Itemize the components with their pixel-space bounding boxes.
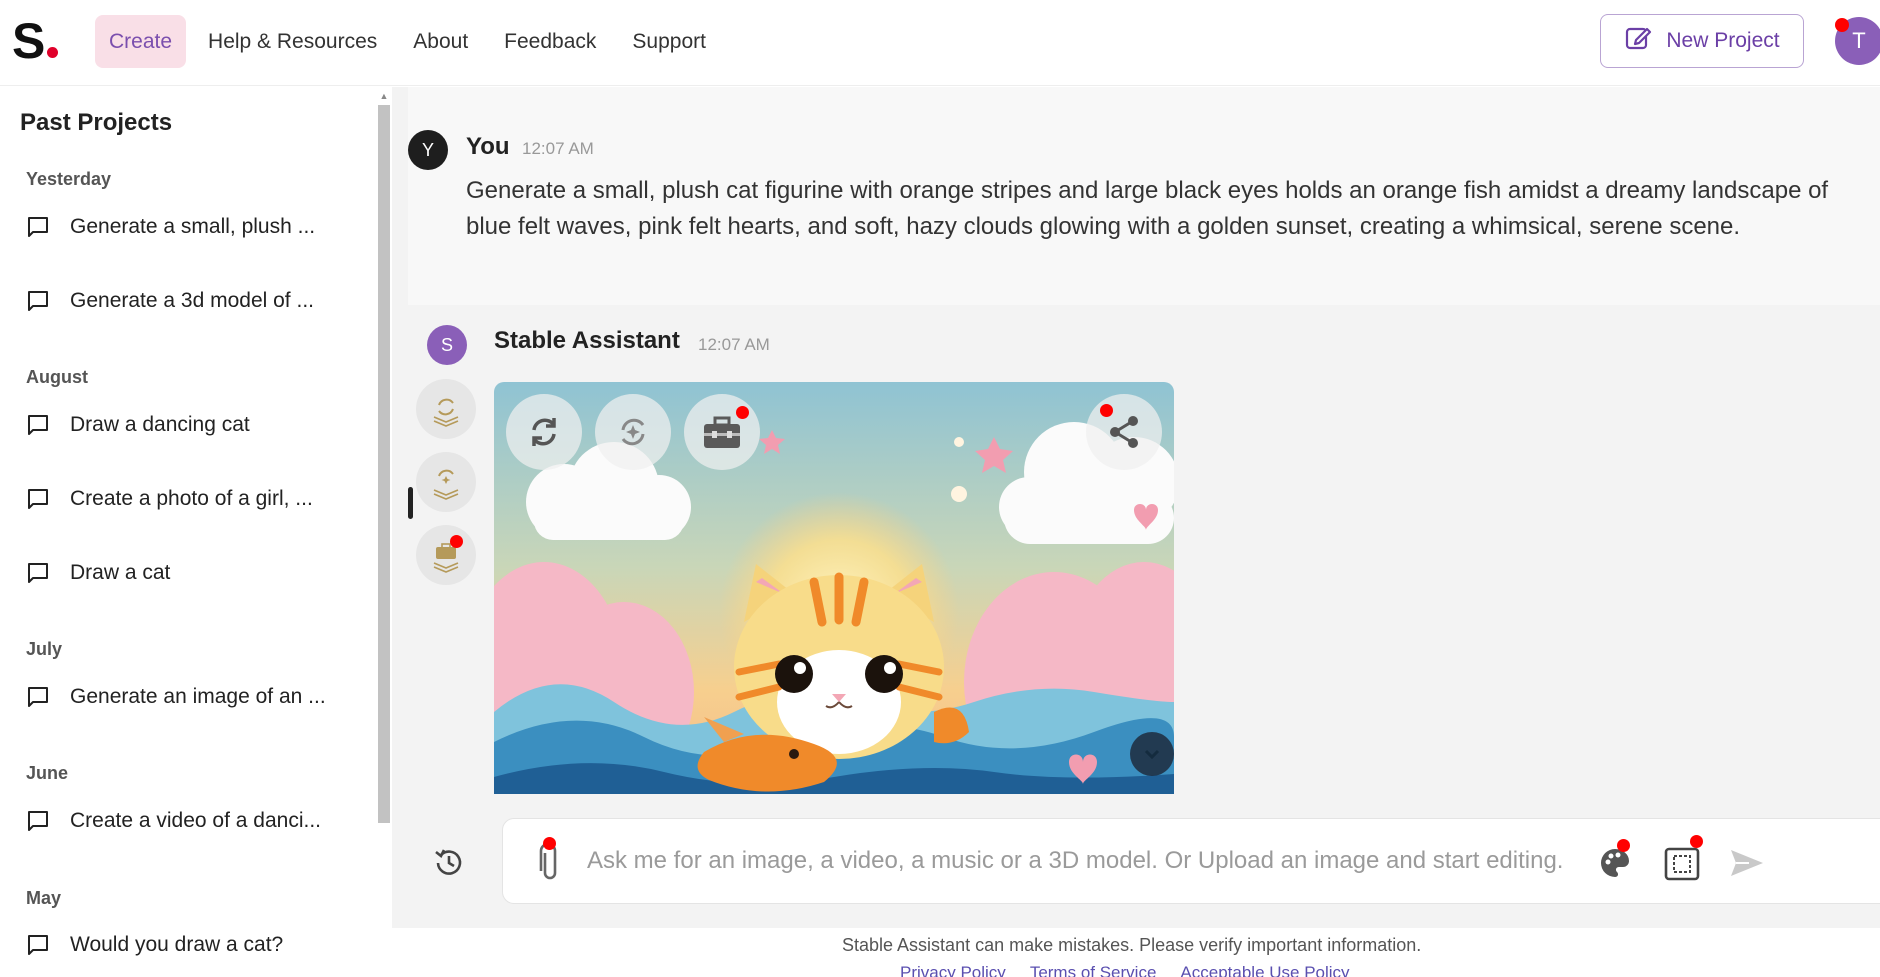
edit-icon bbox=[1624, 24, 1652, 58]
project-item[interactable]: Generate a 3d model of ... bbox=[26, 281, 346, 321]
toolbox-stack-icon[interactable] bbox=[416, 525, 476, 585]
resize-handle[interactable] bbox=[408, 487, 413, 519]
assistant-name: Stable Assistant bbox=[494, 327, 680, 354]
group-label-yesterday: Yesterday bbox=[26, 169, 112, 189]
project-item-label: Draw a dancing cat bbox=[70, 413, 250, 436]
terms-of-service-link[interactable]: Terms of Service bbox=[1030, 963, 1157, 977]
crop-icon[interactable] bbox=[1660, 835, 1704, 885]
project-item-label: Draw a cat bbox=[70, 561, 171, 584]
app-logo[interactable]: S bbox=[12, 16, 59, 66]
logo-dot bbox=[47, 47, 59, 58]
privacy-policy-link[interactable]: Privacy Policy bbox=[900, 963, 1006, 977]
past-projects-sidebar: Past Projects Yesterday Generate a small… bbox=[0, 87, 392, 977]
regenerate-icon[interactable] bbox=[506, 394, 582, 470]
share-icon[interactable] bbox=[1086, 394, 1162, 470]
notification-dot bbox=[1690, 835, 1703, 848]
user-message-name: You bbox=[466, 133, 510, 160]
regenerate-stack-icon[interactable] bbox=[416, 379, 476, 439]
project-item-label: Would you draw a cat? bbox=[70, 933, 284, 956]
chat-bubble-icon bbox=[28, 217, 48, 237]
notification-dot bbox=[1100, 404, 1113, 417]
new-project-label: New Project bbox=[1666, 29, 1780, 52]
footer-links: Privacy Policy Terms of Service Acceptab… bbox=[900, 963, 1350, 977]
scroll-down-icon[interactable] bbox=[1130, 732, 1174, 776]
sidebar-scrollbar-thumb[interactable] bbox=[378, 105, 390, 823]
project-item-label: Generate a small, plush ... bbox=[70, 215, 316, 238]
notification-dot bbox=[450, 535, 463, 548]
group-label-august: August bbox=[26, 367, 88, 387]
acceptable-use-link[interactable]: Acceptable Use Policy bbox=[1180, 963, 1349, 977]
chat-bubble-icon bbox=[28, 415, 48, 435]
paperclip-icon[interactable] bbox=[533, 837, 567, 883]
chat-bubble-icon bbox=[28, 687, 48, 707]
user-message: Y You 12:07 AM Generate a small, plush c… bbox=[408, 87, 1880, 305]
assistant-time: 12:07 AM bbox=[698, 335, 770, 354]
notification-dot bbox=[736, 406, 749, 419]
sidebar-title: Past Projects bbox=[20, 109, 173, 136]
notification-dot bbox=[1835, 18, 1849, 32]
chat-bubble-icon bbox=[28, 489, 48, 509]
variation-icon[interactable] bbox=[595, 394, 671, 470]
nav-about[interactable]: About bbox=[399, 15, 482, 68]
group-label-july: July bbox=[26, 639, 63, 659]
nav-help-resources[interactable]: Help & Resources bbox=[194, 15, 391, 68]
project-item-label: Generate a 3d model of ... bbox=[70, 289, 314, 312]
project-item[interactable]: Draw a dancing cat bbox=[26, 405, 346, 445]
notification-dot bbox=[1617, 839, 1630, 852]
palette-icon[interactable] bbox=[1593, 839, 1637, 885]
nav-create[interactable]: Create bbox=[95, 15, 187, 68]
main-nav: Create Help & Resources About Feedback S… bbox=[95, 15, 720, 68]
project-item[interactable]: Create a photo of a girl, ... bbox=[26, 479, 346, 519]
prompt-input[interactable] bbox=[587, 841, 1587, 881]
history-icon[interactable] bbox=[432, 846, 466, 885]
project-item-label: Create a photo of a girl, ... bbox=[70, 487, 313, 510]
project-item[interactable]: Generate a small, plush ... bbox=[26, 207, 346, 247]
user-message-time: 12:07 AM bbox=[522, 139, 594, 158]
disclaimer-text: Stable Assistant can make mistakes. Plea… bbox=[842, 935, 1422, 955]
assistant-avatar: S bbox=[427, 325, 467, 365]
chat-panel: Y You 12:07 AM Generate a small, plush c… bbox=[392, 87, 1880, 794]
user-message-text: Generate a small, plush cat figurine wit… bbox=[466, 177, 1829, 240]
top-navbar: S Create Help & Resources About Feedback… bbox=[0, 0, 1880, 86]
variation-stack-icon[interactable] bbox=[416, 452, 476, 512]
notification-dot bbox=[543, 837, 556, 850]
chat-bubble-icon bbox=[28, 291, 48, 311]
nav-feedback[interactable]: Feedback bbox=[490, 15, 610, 68]
send-icon[interactable] bbox=[1725, 841, 1769, 885]
group-label-may: May bbox=[26, 888, 62, 908]
user-initial: T bbox=[1852, 28, 1866, 53]
new-project-button[interactable]: New Project bbox=[1600, 14, 1804, 68]
project-item[interactable]: Would you draw a cat? bbox=[26, 925, 346, 965]
prompt-box bbox=[502, 818, 1880, 904]
toolbox-icon[interactable] bbox=[684, 394, 760, 470]
user-message-avatar: Y bbox=[408, 130, 448, 170]
nav-support[interactable]: Support bbox=[618, 15, 720, 68]
generated-image[interactable] bbox=[494, 382, 1174, 794]
project-item[interactable]: Generate an image of an ... bbox=[26, 677, 346, 717]
chat-bubble-icon bbox=[28, 935, 48, 955]
group-label-june: June bbox=[26, 763, 69, 783]
project-item-label: Generate an image of an ... bbox=[70, 685, 326, 708]
project-item[interactable]: Create a video of a danci... bbox=[26, 801, 346, 841]
user-avatar[interactable]: T bbox=[1835, 17, 1880, 65]
chat-bubble-icon bbox=[28, 563, 48, 583]
scroll-up-arrow[interactable]: ▲ bbox=[378, 91, 390, 101]
composer-area bbox=[392, 794, 1880, 928]
project-item-label: Create a video of a danci... bbox=[70, 809, 321, 832]
project-item[interactable]: Draw a cat bbox=[26, 553, 346, 593]
chat-bubble-icon bbox=[28, 811, 48, 831]
